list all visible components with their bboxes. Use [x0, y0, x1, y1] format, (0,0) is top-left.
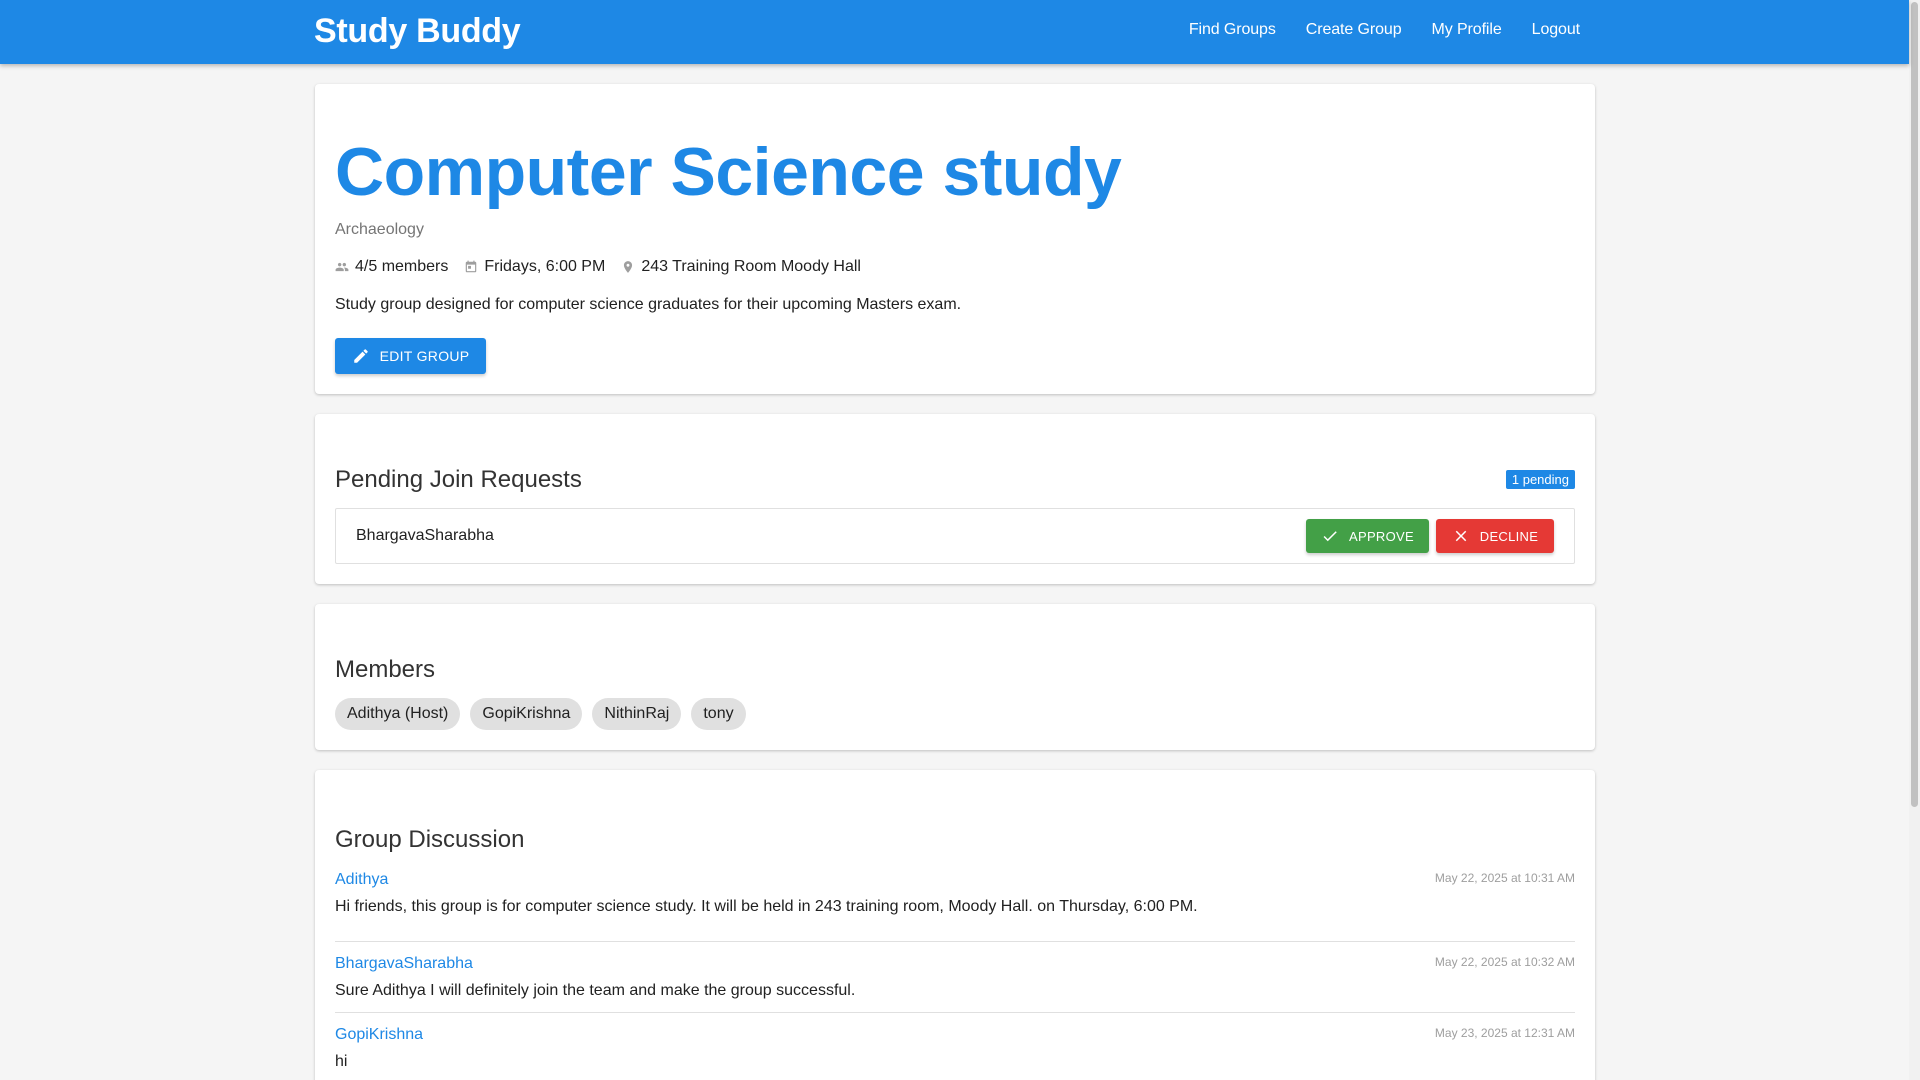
- members-count: 4/5 members: [335, 258, 448, 276]
- message-item: BhargavaSharabha May 22, 2025 at 10:32 A…: [335, 942, 1575, 1013]
- discussion-card: Group Discussion Adithya May 22, 2025 at…: [315, 770, 1595, 1080]
- nav-create-group[interactable]: Create Group: [1306, 21, 1402, 39]
- main-nav: Find Groups Create Group My Profile Logo…: [1189, 21, 1580, 39]
- group-meta: 4/5 members Fridays, 6:00 PM 243 Trainin…: [335, 258, 861, 276]
- location-text: 243 Training Room Moody Hall: [641, 258, 861, 275]
- member-chip[interactable]: NithinRaj: [592, 698, 682, 730]
- message-text: Hi friends, this group is for computer s…: [335, 898, 1198, 915]
- pending-requests-card: Pending Join Requests 1 pending Bhargava…: [315, 414, 1595, 584]
- message-author[interactable]: GopiKrishna: [335, 1026, 423, 1044]
- page-scrollbar[interactable]: [1909, 0, 1920, 1080]
- schedule-text: Fridays, 6:00 PM: [484, 258, 606, 275]
- member-chip-list: Adithya (Host) GopiKrishna NithinRaj ton…: [335, 698, 746, 730]
- scrollbar-thumb[interactable]: [1911, 2, 1918, 807]
- message-author[interactable]: Adithya: [335, 871, 388, 889]
- nav-my-profile[interactable]: My Profile: [1432, 21, 1502, 39]
- nav-logout[interactable]: Logout: [1532, 21, 1580, 39]
- pencil-icon: [353, 349, 368, 363]
- message-item: Adithya May 22, 2025 at 10:31 AM Hi frie…: [335, 871, 1575, 942]
- group-subject: Archaeology: [335, 221, 424, 238]
- group-title: Computer Science study: [335, 134, 1122, 210]
- people-icon: [335, 262, 349, 272]
- group-description: Study group designed for computer scienc…: [335, 296, 962, 313]
- member-chip[interactable]: tony: [691, 698, 746, 730]
- message-timestamp: May 22, 2025 at 10:32 AM: [1434, 955, 1575, 969]
- decline-button[interactable]: DECLINE: [1436, 519, 1554, 553]
- message-text: hi: [335, 1053, 348, 1070]
- member-chip[interactable]: Adithya (Host): [335, 698, 461, 730]
- page: Study Buddy Find Groups Create Group My …: [0, 0, 1920, 1080]
- nav-find-groups[interactable]: Find Groups: [1189, 21, 1276, 39]
- edit-group-button[interactable]: EDIT GROUP: [335, 338, 486, 374]
- edit-group-label: EDIT GROUP: [379, 348, 470, 364]
- message-item: GopiKrishna May 23, 2025 at 12:31 AM hi: [335, 1013, 1575, 1080]
- members-count-text: 4/5 members: [355, 258, 449, 275]
- pin-icon: [624, 261, 633, 273]
- requester-name: BhargavaSharabha: [356, 527, 494, 544]
- pending-count-badge: 1 pending: [1505, 470, 1575, 489]
- message-list: Adithya May 22, 2025 at 10:31 AM Hi frie…: [335, 871, 1575, 1080]
- message-author[interactable]: BhargavaSharabha: [335, 955, 473, 973]
- calendar-icon: [466, 260, 477, 273]
- message-timestamp: May 22, 2025 at 10:31 AM: [1434, 871, 1575, 885]
- members-title: Members: [335, 656, 436, 683]
- message-timestamp: May 23, 2025 at 12:31 AM: [1434, 1026, 1575, 1040]
- check-icon: [1323, 531, 1337, 542]
- schedule: Fridays, 6:00 PM: [464, 258, 605, 276]
- approve-button[interactable]: APPROVE: [1306, 519, 1429, 553]
- location: 243 Training Room Moody Hall: [621, 258, 861, 276]
- message-text: Sure Adithya I will definitely join the …: [335, 982, 856, 999]
- top-app-bar: Study Buddy Find Groups Create Group My …: [0, 0, 1909, 64]
- members-card: Members Adithya (Host) GopiKrishna Nithi…: [315, 604, 1595, 750]
- member-chip[interactable]: GopiKrishna: [470, 698, 583, 730]
- decline-label: DECLINE: [1479, 528, 1539, 544]
- close-icon: [1455, 530, 1467, 542]
- discussion-title: Group Discussion: [335, 826, 525, 853]
- pending-requests-title: Pending Join Requests: [335, 466, 582, 493]
- approve-label: APPROVE: [1349, 528, 1414, 544]
- join-request-row: BhargavaSharabha APPROVE DECLINE: [335, 508, 1575, 564]
- group-details-card: Computer Science study Archaeology 4/5 m…: [315, 84, 1595, 394]
- brand-logo[interactable]: Study Buddy: [314, 12, 521, 51]
